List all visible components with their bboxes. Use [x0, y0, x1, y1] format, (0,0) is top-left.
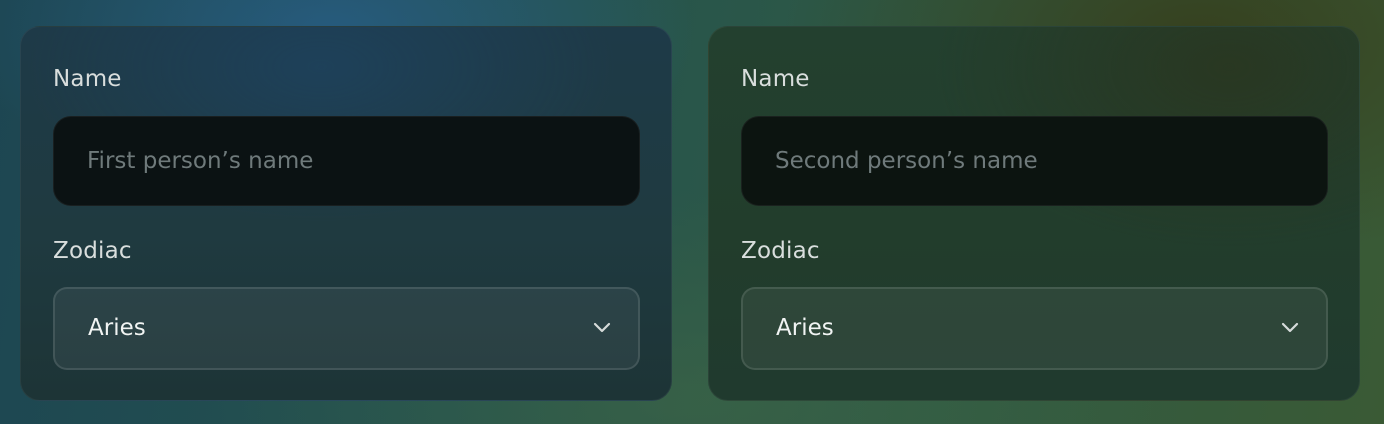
- person1-zodiac-selected: Aries: [88, 315, 146, 341]
- person1-card: Name Zodiac Aries: [20, 26, 672, 401]
- chevron-down-icon: [593, 322, 611, 333]
- person2-zodiac-label: Zodiac: [741, 238, 820, 264]
- chevron-down-icon: [1281, 322, 1299, 333]
- person1-zodiac-select[interactable]: Aries: [53, 287, 640, 370]
- person1-name-label: Name: [53, 66, 122, 92]
- person2-zodiac-select[interactable]: Aries: [741, 287, 1328, 370]
- person2-card: Name Zodiac Aries: [708, 26, 1360, 401]
- person1-zodiac-label: Zodiac: [53, 238, 132, 264]
- page: { "person1": { "name_label": "Name", "na…: [0, 0, 1384, 424]
- person1-name-input[interactable]: [53, 116, 640, 206]
- person2-name-input[interactable]: [741, 116, 1328, 206]
- person2-name-label: Name: [741, 66, 810, 92]
- person2-zodiac-selected: Aries: [776, 315, 834, 341]
